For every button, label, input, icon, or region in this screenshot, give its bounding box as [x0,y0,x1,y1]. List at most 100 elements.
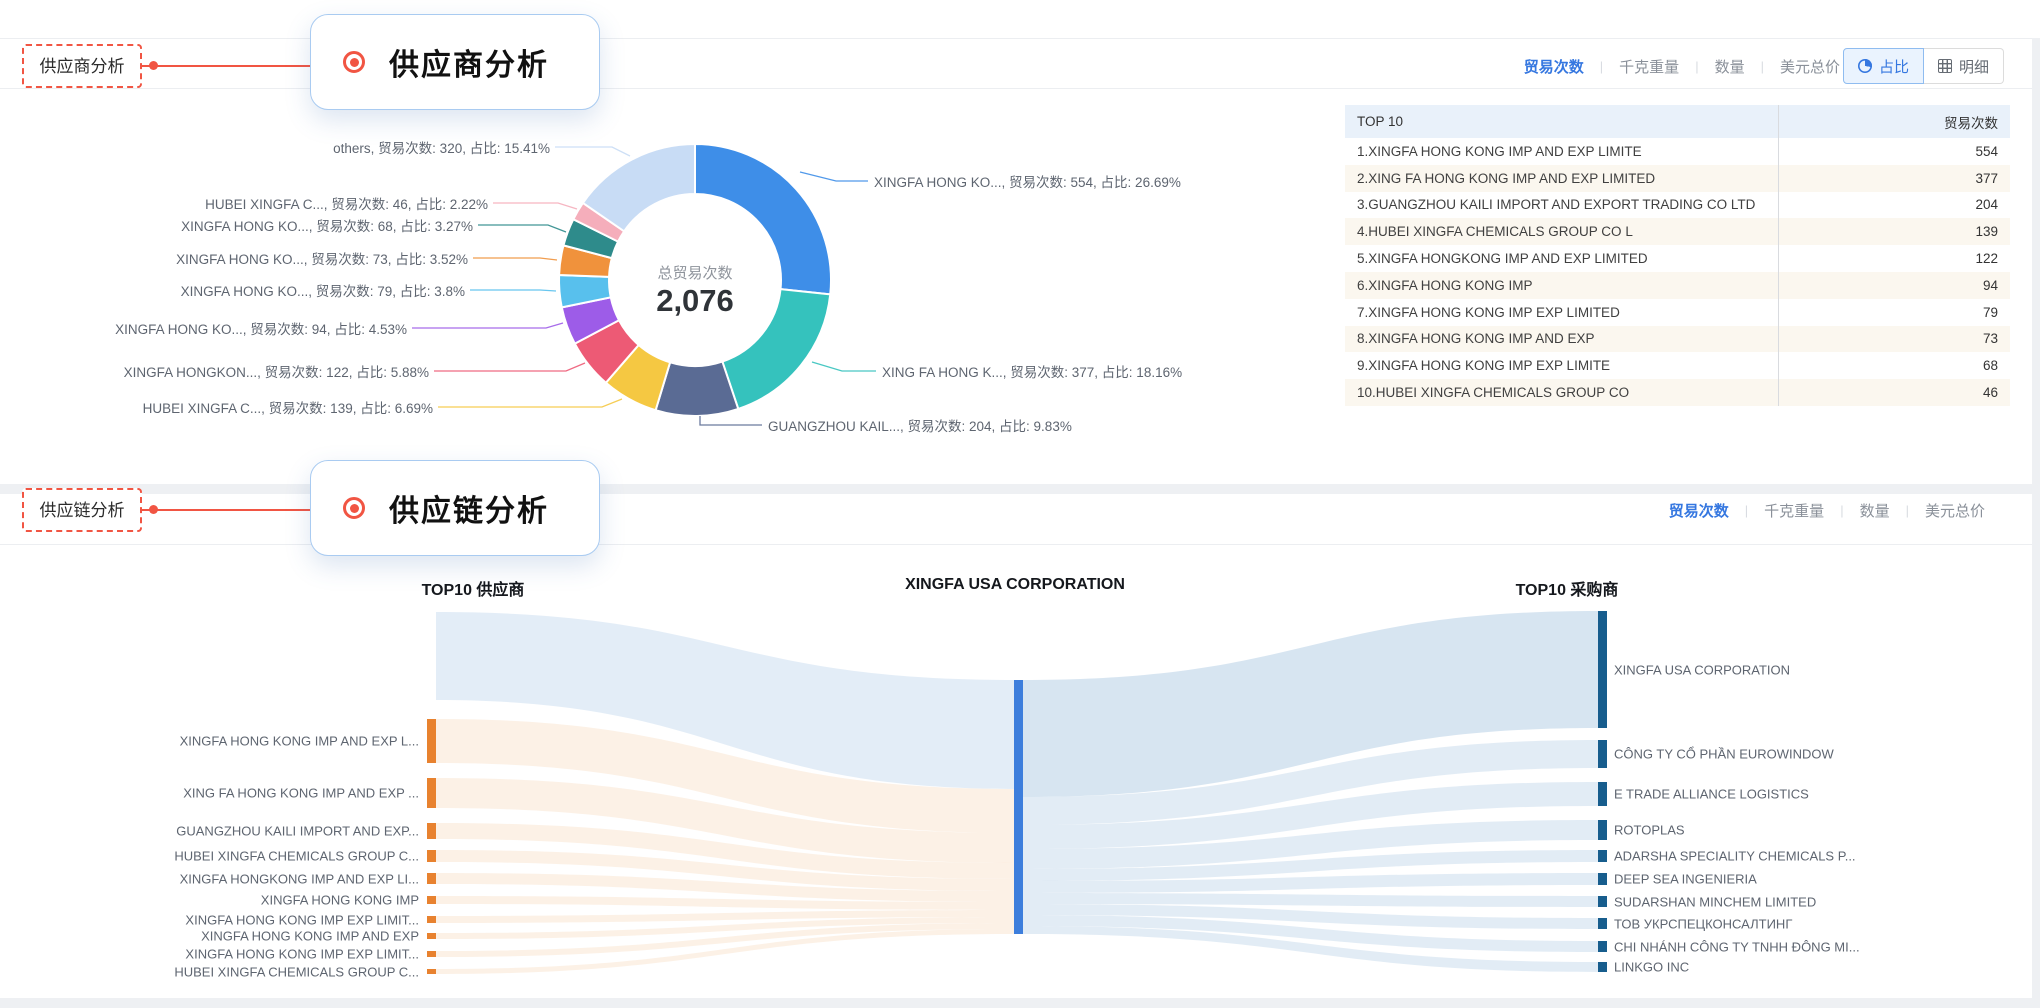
sankey-node-right[interactable] [1598,740,1607,768]
sankey-flow-left [436,719,1014,833]
table-row: 10.HUBEI XINGFA CHEMICALS GROUP CO46 [1345,379,2010,406]
sankey-node-left[interactable] [427,719,436,763]
sankey-node-center[interactable] [1014,680,1023,934]
chain-metric-tab-4[interactable]: 美元总价 [1925,500,1985,521]
sankey-node-left[interactable] [427,873,436,884]
sankey-flow-right [1023,820,1598,869]
sankey-right-node-label: ROTOPLAS [1614,823,1685,838]
pie-chart-icon [1858,59,1872,73]
sankey-flow-right [1023,850,1598,881]
sankey-node-left[interactable] [427,933,436,939]
table-cell-value: 79 [1983,305,1998,320]
sankey-right-node-label: SUDARSHAN MINCHEM LIMITED [1614,894,1816,909]
tab-separator: | [1600,59,1603,74]
table-row: 6.XINGFA HONG KONG IMP94 [1345,272,2010,299]
sankey-left-node-label: XINGFA HONG KONG IMP EXP LIMIT... [185,912,419,927]
table-row: 4.HUBEI XINGFA CHEMICALS GROUP CO L139 [1345,218,2010,245]
pie-slice-label: HUBEI XINGFA C..., 贸易次数: 46, 占比: 2.22% [205,193,488,213]
pie-slice[interactable] [563,219,618,258]
target-dot [350,504,359,513]
supplier-metric-tab-4[interactable]: 美元总价 [1780,56,1840,77]
pie-slice[interactable] [656,362,739,416]
sankey-node-right[interactable] [1598,611,1607,728]
sankey-left-node-label: GUANGZHOU KAILI IMPORT AND EXP... [176,824,419,839]
chain-metric-tab-1[interactable]: 贸易次数 [1669,500,1729,521]
donut-center-label: 总贸易次数 [545,262,845,283]
tab-separator: | [1745,503,1748,518]
table-cell-name: 8.XINGFA HONG KONG IMP AND EXP [1357,331,1595,346]
sankey-flow-right [1023,611,1598,797]
pie-label-connector [438,399,622,407]
sankey-column-header-buyers: TOP10 采购商 [1367,576,1767,600]
table-cell-value: 122 [1975,251,1998,266]
sankey-node-left[interactable] [427,951,436,957]
supplier-metric-tab-3[interactable]: 数量 [1715,56,1745,77]
table-cell-value: 204 [1975,197,1998,212]
sankey-node-left[interactable] [427,823,436,839]
annotation-connector-dot [149,505,158,514]
table-cell-value: 94 [1983,278,1998,293]
pie-slice-label: XINGFA HONG KO..., 贸易次数: 79, 占比: 3.8% [181,280,465,300]
sankey-node-right[interactable] [1598,873,1607,885]
sankey-flow-right [1023,915,1598,952]
pie-label-connector [812,362,876,371]
view-toggle-detail[interactable]: 明细 [1924,48,2004,84]
table-cell-value: 554 [1975,144,1998,159]
table-cell-name: 9.XINGFA HONG KONG IMP EXP LIMITE [1357,358,1610,373]
table-header-value: 贸易次数 [1944,112,1998,132]
sankey-node-left[interactable] [427,916,436,923]
pie-slice[interactable] [575,320,639,382]
sankey-flow-left [436,873,1014,902]
table-cell-value: 68 [1983,358,1998,373]
sankey-flow-left [436,778,1014,863]
pie-label-connector [555,147,630,156]
sankey-flow-left [436,850,1014,891]
supplier-metric-tab-2[interactable]: 千克重量 [1619,56,1679,77]
table-cell-name: 1.XINGFA HONG KONG IMP AND EXP LIMITE [1357,144,1642,159]
pie-slice-label: GUANGZHOU KAIL..., 贸易次数: 204, 占比: 9.83% [768,415,1072,435]
pie-slice[interactable] [573,203,624,242]
sankey-right-node-label: ADARSHA SPECIALITY CHEMICALS P... [1614,849,1856,864]
sankey-left-node-label: XINGFA HONG KONG IMP AND EXP L... [180,734,419,749]
chain-metric-tab-2[interactable]: 千克重量 [1764,500,1824,521]
sankey-left-node-label: XINGFA HONG KONG IMP AND EXP [201,929,419,944]
pie-slice-label: XING FA HONG K..., 贸易次数: 377, 占比: 18.16% [882,361,1182,381]
table-row: 9.XINGFA HONG KONG IMP EXP LIMITE 68 [1345,352,2010,379]
sankey-node-right[interactable] [1598,896,1607,907]
chain-metric-tab-3[interactable]: 数量 [1860,500,1890,521]
sankey-node-right[interactable] [1598,918,1607,929]
bottom-gap-band [0,998,2040,1008]
table-row: 2.XING FA HONG KONG IMP AND EXP LIMITED3… [1345,165,2010,192]
view-toggle-share[interactable]: 占比 [1843,48,1924,84]
table-row: 1.XINGFA HONG KONG IMP AND EXP LIMITE 554 [1345,138,2010,165]
sankey-flow-left [436,823,1014,879]
pie-label-connector [478,225,566,232]
sankey-node-left[interactable] [427,969,436,974]
sankey-node-right[interactable] [1598,820,1607,840]
sankey-node-right[interactable] [1598,962,1607,972]
sankey-node-right[interactable] [1598,850,1607,862]
pie-slice-label: XINGFA HONGKON..., 贸易次数: 122, 占比: 5.88% [124,361,429,381]
pie-slice[interactable] [583,144,695,231]
chain-section-tag: 供应链分析 [22,488,142,532]
sankey-right-node-label: LINKGO INC [1614,960,1689,975]
supplier-section-tag: 供应商分析 [22,44,142,88]
table-header-name: TOP 10 [1357,114,1403,129]
sankey-node-left[interactable] [427,850,436,862]
sankey-right-node-label: E TRADE ALLIANCE LOGISTICS [1614,787,1809,802]
sankey-node-right[interactable] [1598,941,1607,952]
table-cell-name: 2.XING FA HONG KONG IMP AND EXP LIMITED [1357,171,1655,186]
table-cell-name: 5.XINGFA HONGKONG IMP AND EXP LIMITED [1357,251,1648,266]
sankey-left-node-label: XINGFA HONG KONG IMP [261,893,419,908]
sankey-flow-right [1023,740,1598,825]
sankey-flow-left [436,910,1014,923]
supplier-callout: 供应商分析 [310,14,600,110]
sankey-node-right[interactable] [1598,782,1607,806]
sankey-node-left[interactable] [427,896,436,904]
target-dot [350,58,359,67]
chain-callout: 供应链分析 [310,460,600,556]
pie-slice[interactable] [606,345,670,410]
sankey-node-left[interactable] [427,778,436,808]
pie-slice-label: XINGFA HONG KO..., 贸易次数: 73, 占比: 3.52% [176,248,468,268]
supplier-metric-tab-1[interactable]: 贸易次数 [1524,56,1584,77]
